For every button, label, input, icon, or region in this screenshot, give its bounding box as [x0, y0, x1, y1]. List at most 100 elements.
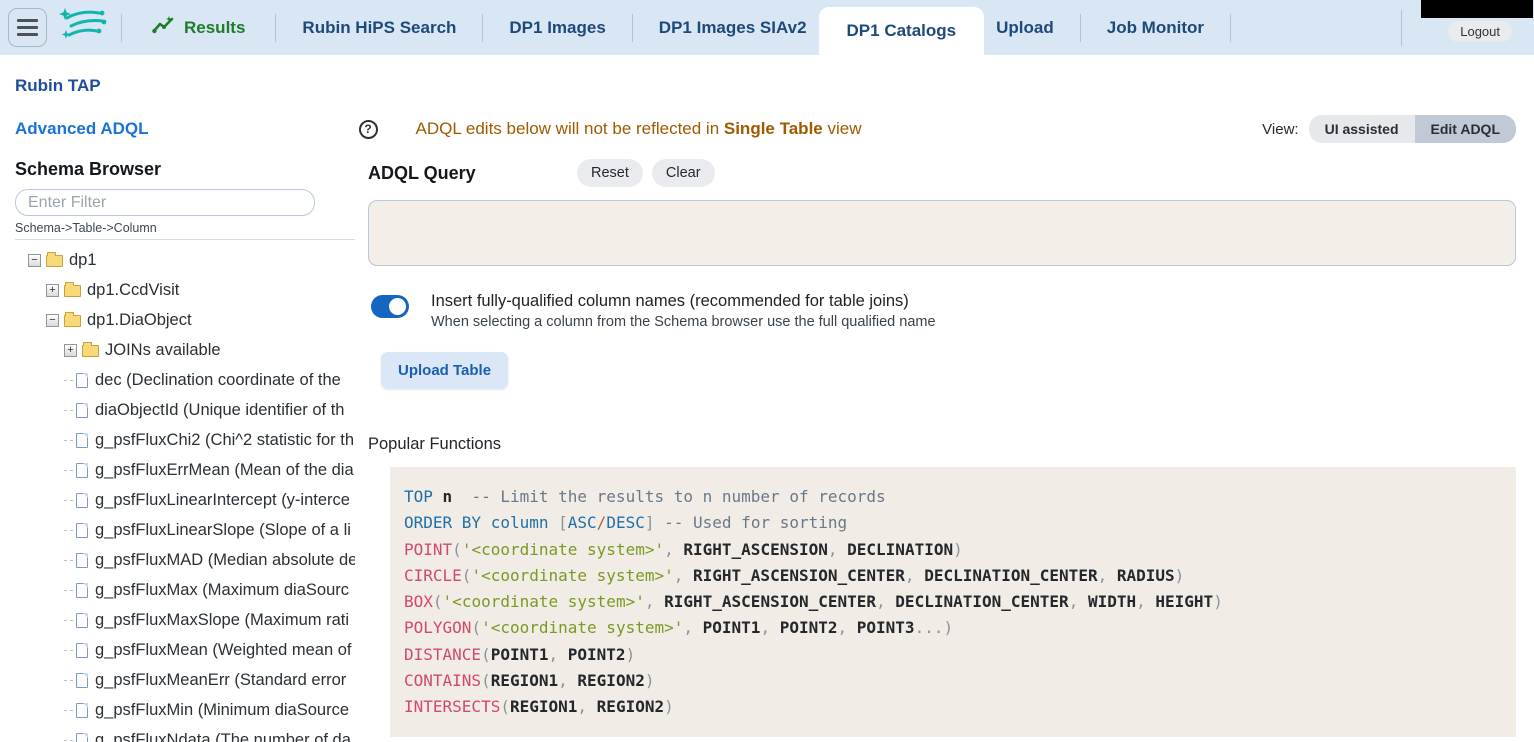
- tree-column-row[interactable]: g_psfFluxMean (Weighted mean of: [15, 635, 355, 665]
- column-doc-icon: [76, 613, 88, 628]
- clear-button[interactable]: Clear: [652, 159, 715, 187]
- logout-button[interactable]: Logout: [1448, 21, 1512, 42]
- code-line: CIRCLE('<coordinate system>', RIGHT_ASCE…: [404, 563, 1504, 589]
- expand-icon[interactable]: +: [64, 344, 77, 357]
- tree-item-label: diaObjectId (Unique identifier of th: [95, 401, 344, 420]
- upload-table-button[interactable]: Upload Table: [381, 352, 508, 389]
- tree-item-label: g_psfFluxErrMean (Mean of the dia: [95, 461, 354, 480]
- hamburger-menu-button[interactable]: [8, 8, 47, 47]
- adql-edit-notice: ADQL edits below will not be reflected i…: [416, 119, 862, 139]
- top-navigation: Results Rubin HiPS Search DP1 Images DP1…: [0, 0, 1534, 55]
- tree-column-row[interactable]: g_psfFluxNdata (The number of da: [15, 725, 355, 742]
- view-label: View:: [1262, 121, 1298, 138]
- adql-query-textarea[interactable]: [368, 200, 1516, 266]
- tree-item-label: dp1.DiaObject: [87, 311, 192, 330]
- nav-divider: [1401, 10, 1402, 46]
- tree-connector: [64, 650, 73, 651]
- tree-connector: [64, 530, 73, 531]
- view-ui-assisted-button[interactable]: UI assisted: [1309, 115, 1415, 143]
- tree-column-row[interactable]: diaObjectId (Unique identifier of th: [15, 395, 355, 425]
- column-doc-icon: [76, 403, 88, 418]
- schema-filter-input[interactable]: [15, 189, 315, 216]
- column-doc-icon: [76, 553, 88, 568]
- tree-item-label: g_psfFluxMeanErr (Standard error: [95, 671, 346, 690]
- expand-icon[interactable]: +: [46, 284, 59, 297]
- tree-folder-row[interactable]: − dp1: [15, 245, 355, 275]
- view-switcher: View: UI assisted Edit ADQL: [1262, 115, 1516, 143]
- folder-icon: [64, 285, 81, 297]
- tab-dp1-catalogs[interactable]: DP1 Catalogs: [819, 7, 985, 55]
- firefly-logo-icon: [59, 6, 107, 49]
- adql-query-title: ADQL Query: [368, 163, 577, 184]
- schema-hint: Schema->Table->Column: [15, 221, 355, 235]
- tree-connector: [64, 440, 73, 441]
- code-line: ORDER BY column [ASC/DESC] -- Used for s…: [404, 510, 1504, 536]
- code-line: CONTAINS(REGION1, REGION2): [404, 668, 1504, 694]
- column-doc-icon: [76, 493, 88, 508]
- nav-divider: [121, 14, 122, 42]
- collapse-icon[interactable]: −: [46, 314, 59, 327]
- fully-qualified-toggle[interactable]: [371, 295, 409, 318]
- tree-connector: [64, 410, 73, 411]
- view-edit-adql-button[interactable]: Edit ADQL: [1415, 115, 1516, 143]
- folder-icon: [46, 255, 63, 267]
- tree-item-label: g_psfFluxMean (Weighted mean of: [95, 641, 352, 660]
- tree-connector: [64, 620, 73, 621]
- tree-folder-row[interactable]: − dp1.DiaObject: [15, 305, 355, 335]
- fully-qualified-toggle-row: Insert fully-qualified column names (rec…: [368, 292, 1516, 330]
- schema-tree: − dp1 + dp1.CcdVisit − dp1.DiaObject + JOINs av…: [15, 245, 355, 742]
- page-title: Rubin TAP: [15, 76, 1516, 96]
- tab-dp1-images-siav2[interactable]: DP1 Images SIAv2: [647, 18, 819, 38]
- nav-divider: [275, 14, 276, 42]
- tree-item-label: g_psfFluxMax (Maximum diaSourc: [95, 581, 349, 600]
- column-doc-icon: [76, 463, 88, 478]
- tab-upload[interactable]: Upload: [984, 18, 1066, 38]
- column-doc-icon: [76, 703, 88, 718]
- collapse-icon[interactable]: −: [28, 254, 41, 267]
- folder-icon: [64, 315, 81, 327]
- tree-column-row[interactable]: g_psfFluxMin (Minimum diaSource: [15, 695, 355, 725]
- code-line: POLYGON('<coordinate system>', POINT1, P…: [404, 615, 1504, 641]
- code-line: POINT('<coordinate system>', RIGHT_ASCEN…: [404, 537, 1504, 563]
- nav-divider: [482, 14, 483, 42]
- tree-connector: [64, 590, 73, 591]
- tree-column-row[interactable]: g_psfFluxMax (Maximum diaSourc: [15, 575, 355, 605]
- tree-column-row[interactable]: g_psfFluxMAD (Median absolute de: [15, 545, 355, 575]
- schema-browser-panel: Schema Browser Schema->Table->Column −dp…: [15, 159, 355, 742]
- code-line: INTERSECTS(REGION1, REGION2): [404, 694, 1504, 720]
- tree-item-label: g_psfFluxMAD (Median absolute de: [95, 551, 355, 570]
- tab-dp1-images[interactable]: DP1 Images: [497, 18, 617, 38]
- tree-folder-row[interactable]: + JOINs available: [15, 335, 355, 365]
- code-line: BOX('<coordinate system>', RIGHT_ASCENSI…: [404, 589, 1504, 615]
- tree-column-row[interactable]: g_psfFluxChi2 (Chi^2 statistic for th: [15, 425, 355, 455]
- tree-folder-row[interactable]: + dp1.CcdVisit: [15, 275, 355, 305]
- help-icon[interactable]: ?: [359, 120, 378, 139]
- subheader-row: Advanced ADQL ? ADQL edits below will no…: [15, 115, 1516, 143]
- tree-item-label: dp1.CcdVisit: [87, 281, 179, 300]
- tab-job-monitor[interactable]: Job Monitor: [1095, 18, 1216, 38]
- tree-column-row[interactable]: g_psfFluxMaxSlope (Maximum rati: [15, 605, 355, 635]
- column-doc-icon: [76, 583, 88, 598]
- tree-column-row[interactable]: g_psfFluxLinearIntercept (y-interce: [15, 485, 355, 515]
- advanced-adql-link[interactable]: Advanced ADQL: [15, 119, 149, 139]
- tree-item-label: g_psfFluxLinearSlope (Slope of a li: [95, 521, 351, 540]
- column-doc-icon: [76, 523, 88, 538]
- tree-column-row[interactable]: g_psfFluxLinearSlope (Slope of a li: [15, 515, 355, 545]
- tree-item-label: g_psfFluxMaxSlope (Maximum rati: [95, 611, 349, 630]
- column-doc-icon: [76, 643, 88, 658]
- tab-results[interactable]: Results: [136, 15, 261, 40]
- column-doc-icon: [76, 373, 88, 388]
- reset-button[interactable]: Reset: [577, 159, 643, 187]
- tree-connector: [64, 560, 73, 561]
- tree-item-label: JOINs available: [105, 341, 221, 360]
- tab-rubin-hips-search[interactable]: Rubin HiPS Search: [290, 18, 468, 38]
- tree-column-row[interactable]: dec (Declination coordinate of the: [15, 365, 355, 395]
- nav-divider: [632, 14, 633, 42]
- popular-functions-title: Popular Functions: [368, 435, 1516, 454]
- tree-column-row[interactable]: g_psfFluxErrMean (Mean of the dia: [15, 455, 355, 485]
- adql-header-row: ADQL Query Reset Clear: [368, 159, 1516, 187]
- tree-column-row[interactable]: g_psfFluxMeanErr (Standard error: [15, 665, 355, 695]
- user-area: Logout: [1416, 13, 1534, 42]
- tree-item-label: dp1: [69, 251, 97, 270]
- code-line: DISTANCE(POINT1, POINT2): [404, 642, 1504, 668]
